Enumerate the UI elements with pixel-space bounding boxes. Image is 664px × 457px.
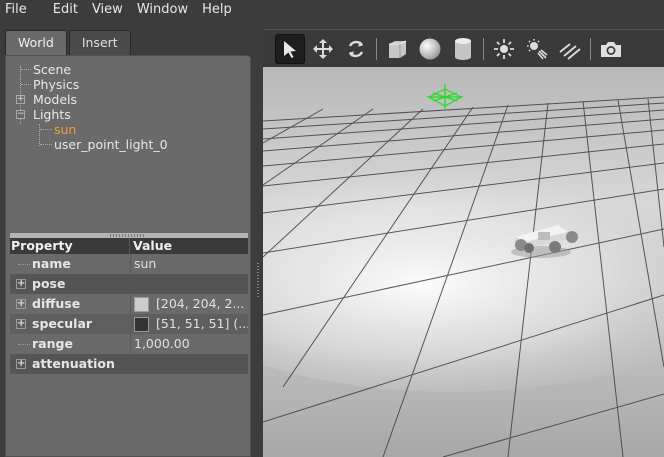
cylinder-icon[interactable]	[448, 34, 478, 64]
property-row-name[interactable]: name sun	[10, 254, 248, 274]
camera-icon[interactable]	[596, 34, 626, 64]
property-label: diffuse	[32, 296, 81, 311]
property-row-attenuation[interactable]: + attenuation	[10, 354, 248, 374]
resize-grip-icon[interactable]	[257, 263, 259, 299]
scene-toolbar	[263, 29, 664, 67]
property-label: range	[32, 336, 73, 351]
diffuse-color-swatch[interactable]	[134, 296, 149, 312]
property-value[interactable]: 1,000.00	[130, 334, 248, 354]
spot-light-icon[interactable]	[522, 34, 552, 64]
tree-connector	[18, 264, 30, 265]
property-value[interactable]: [51, 51, 51] (...	[130, 314, 248, 334]
specular-color-swatch[interactable]	[134, 316, 149, 332]
expand-plus-icon[interactable]: +	[16, 319, 26, 329]
directional-light-icon[interactable]	[555, 34, 585, 64]
tab-world[interactable]: World	[5, 30, 67, 57]
tree-connector	[40, 129, 52, 130]
tree-label-physics: Physics	[33, 77, 80, 92]
diffuse-value: [204, 204, 2...	[156, 296, 245, 311]
tree-item-models[interactable]: + Models	[14, 92, 246, 107]
world-tree: Scene Physics + Models − Lights sun user	[14, 62, 246, 152]
expand-plus-icon[interactable]: +	[16, 299, 26, 309]
sphere-icon[interactable]	[415, 34, 445, 64]
property-row-diffuse[interactable]: + diffuse [204, 204, 2...	[10, 294, 248, 314]
rotate-icon[interactable]	[341, 34, 371, 64]
property-label: specular	[32, 316, 93, 331]
property-label: name	[32, 256, 71, 271]
tree-item-sun[interactable]: sun	[14, 122, 246, 137]
menu-view[interactable]: View	[87, 2, 132, 17]
property-row-range[interactable]: range 1,000.00	[10, 334, 248, 354]
select-arrow-icon[interactable]	[275, 33, 305, 64]
header-value: Value	[133, 238, 173, 253]
tree-label-models: Models	[33, 92, 78, 107]
menu-file[interactable]: File	[0, 2, 36, 17]
property-table-header: Property Value	[10, 238, 248, 254]
menu-edit[interactable]: Edit	[48, 2, 87, 17]
collapse-minus-icon[interactable]: −	[16, 110, 25, 119]
tree-connector	[40, 144, 52, 145]
header-property: Property	[10, 238, 130, 254]
toolbar-separator	[590, 37, 591, 60]
expand-plus-icon[interactable]: +	[16, 95, 25, 104]
expand-plus-icon[interactable]: +	[16, 279, 26, 289]
translate-icon[interactable]	[308, 34, 338, 64]
property-value[interactable]: sun	[130, 254, 248, 274]
toolbar-separator	[483, 37, 484, 60]
tree-connector	[21, 84, 31, 85]
tree-label-sun: sun	[54, 122, 77, 137]
tree-label-scene: Scene	[33, 62, 72, 77]
menu-window[interactable]: Window	[132, 2, 197, 17]
tree-connector	[18, 344, 30, 345]
tab-insert[interactable]: Insert	[68, 30, 131, 55]
tree-item-physics[interactable]: Physics	[14, 77, 246, 92]
tree-item-user-point-light[interactable]: user_point_light_0	[14, 137, 246, 152]
world-tab-body: Scene Physics + Models − Lights sun user	[5, 55, 251, 457]
light-marker[interactable]	[427, 84, 463, 110]
specular-value: [51, 51, 51] (...	[156, 316, 248, 331]
expand-plus-icon[interactable]: +	[16, 359, 26, 369]
menu-help[interactable]: Help	[197, 2, 241, 17]
property-label: attenuation	[32, 356, 115, 371]
property-value[interactable]: [204, 204, 2...	[130, 294, 248, 314]
point-light-icon[interactable]	[489, 34, 519, 64]
property-row-specular[interactable]: + specular [51, 51, 51] (...	[10, 314, 248, 334]
panel-tabs: World Insert	[5, 30, 133, 57]
splitter-grip[interactable]	[110, 234, 146, 237]
tree-label-point-light: user_point_light_0	[54, 137, 168, 152]
toolbar-separator	[376, 37, 377, 60]
box-icon[interactable]	[382, 34, 412, 64]
property-row-pose[interactable]: + pose	[10, 274, 248, 294]
tree-item-scene[interactable]: Scene	[14, 62, 246, 77]
menu-bar: File Edit View Window Help	[0, 0, 664, 19]
scene-viewport[interactable]	[263, 67, 664, 457]
tree-label-lights: Lights	[33, 107, 71, 122]
property-table: Property Value name sun + pose + diffuse […	[10, 238, 248, 374]
ground-grid	[263, 84, 664, 457]
tree-item-lights[interactable]: − Lights	[14, 107, 246, 122]
property-label: pose	[32, 276, 66, 291]
panel-resize-handle[interactable]	[253, 19, 263, 457]
tree-connector	[21, 69, 31, 70]
left-panel: World Insert Scene Physics + Models − Li…	[0, 19, 253, 457]
